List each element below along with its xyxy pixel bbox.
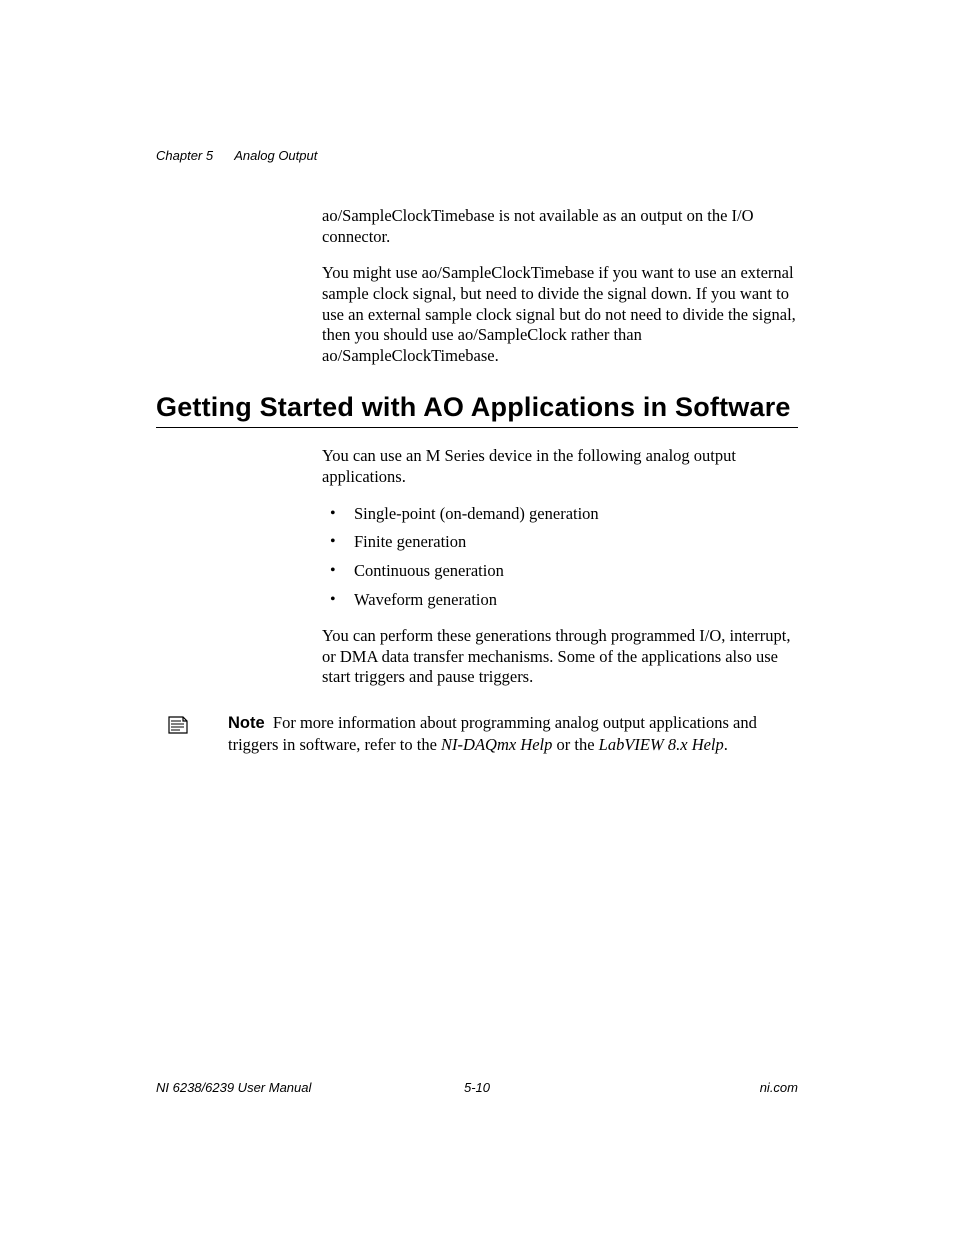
list-item: Finite generation	[322, 532, 798, 553]
note-row: Note For more information about programm…	[166, 712, 798, 756]
list-item: Continuous generation	[322, 561, 798, 582]
note-label: Note	[228, 714, 265, 732]
list-item: Waveform generation	[322, 590, 798, 611]
intro-paragraph-2: You might use ao/SampleClockTimebase if …	[322, 263, 798, 366]
section-lead: You can use an M Series device in the fo…	[322, 446, 798, 487]
note-ref-1: NI-DAQmx Help	[441, 735, 552, 754]
intro-block: ao/SampleClockTimebase is not available …	[322, 206, 798, 366]
note-icon	[166, 714, 190, 734]
page: Chapter 5 Analog Output ao/SampleClockTi…	[0, 0, 954, 1235]
footer-right: ni.com	[760, 1080, 798, 1095]
note-ref-2: LabVIEW 8.x Help	[599, 735, 724, 754]
intro-paragraph-1: ao/SampleClockTimebase is not available …	[322, 206, 798, 247]
list-item: Single-point (on-demand) generation	[322, 504, 798, 525]
footer-page-number: 5-10	[156, 1080, 798, 1095]
section-heading: Getting Started with AO Applications in …	[156, 392, 798, 423]
section-body: You can use an M Series device in the fo…	[322, 446, 798, 688]
note-text-tail: .	[724, 735, 728, 754]
section-after-paragraph: You can perform these generations throug…	[322, 626, 798, 688]
header-title: Analog Output	[234, 148, 317, 163]
heading-rule	[156, 427, 798, 428]
running-header: Chapter 5 Analog Output	[156, 148, 317, 163]
bullet-list: Single-point (on-demand) generation Fini…	[322, 504, 798, 611]
header-chapter: Chapter 5	[156, 148, 213, 163]
note-text-mid: or the	[552, 735, 598, 754]
note-text: Note For more information about programm…	[228, 712, 798, 756]
